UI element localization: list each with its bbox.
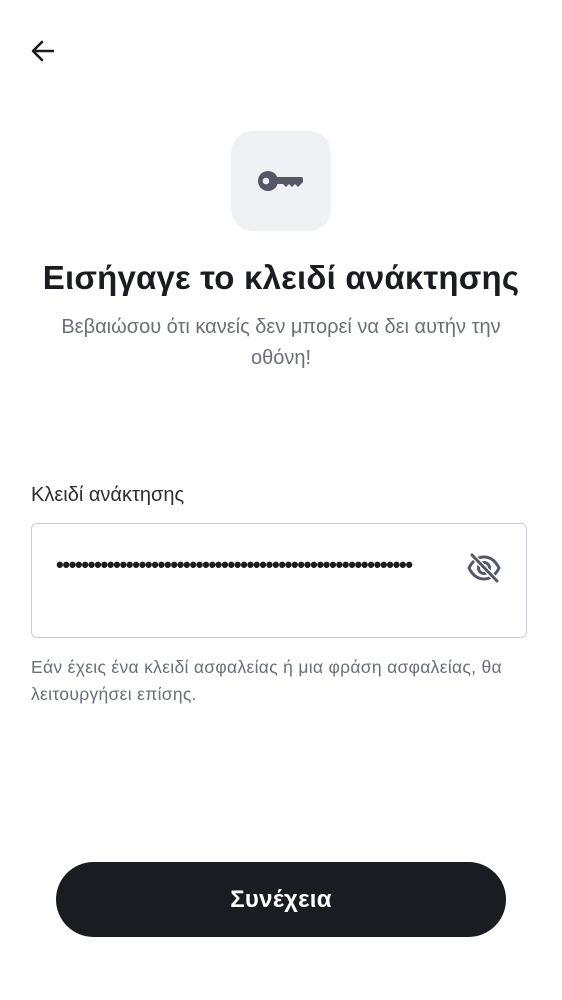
back-button[interactable] [22, 30, 64, 72]
recovery-key-label: Κλειδί ανάκτησης [31, 484, 185, 506]
eye-off-icon [467, 552, 501, 584]
toggle-visibility-button[interactable] [464, 548, 504, 588]
key-icon [258, 171, 303, 191]
recovery-key-input[interactable]: ••••••••••••••••••••••••••••••••••••••••… [56, 549, 456, 581]
continue-button[interactable]: Συνέχεια [56, 862, 506, 937]
key-icon-tile [231, 131, 331, 231]
arrow-left-icon [31, 40, 55, 62]
helper-text: Εάν έχεις ένα κλειδί ασφαλείας ή μια φρά… [31, 657, 502, 704]
recovery-key-field[interactable]: ••••••••••••••••••••••••••••••••••••••••… [31, 523, 527, 638]
page-title: Εισήγαγε το κλειδί ανάκτησης [42, 259, 520, 296]
page-subtitle: Βεβαιώσου ότι κανείς δεν μπορεί να δει α… [61, 316, 501, 369]
